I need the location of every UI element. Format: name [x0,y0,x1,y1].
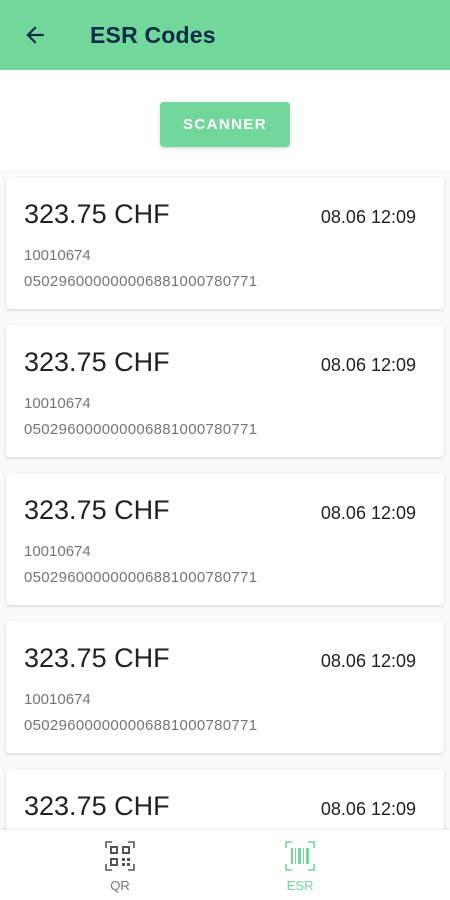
reference-number: 050296000000006881000780771 [24,569,258,586]
amount-label: 323.75 CHF [24,495,170,525]
amount-label: 323.75 CHF [24,791,170,821]
content-area: SCANNER 323.75 CHF 08.06 12:09 10010674 … [0,70,450,830]
datetime-label: 08.06 12:09 [320,799,416,819]
esr-card[interactable]: 323.75 CHF 08.06 12:09 10010674 05029600… [6,473,444,605]
reference-number: 050296000000006881000780771 [24,717,258,734]
arrow-left-icon [26,26,44,44]
scanner-container: SCANNER [0,70,450,170]
esr-card[interactable]: 323.75 CHF 08.06 12:09 10010674 05029600… [6,621,444,753]
account-number: 10010674 [24,691,91,708]
account-number: 10010674 [24,543,91,560]
esr-card[interactable]: 323.75 CHF 08.06 12:09 10010674 05029600… [6,325,444,457]
datetime-label: 08.06 12:09 [320,355,416,375]
amount-label: 323.75 CHF [24,347,170,377]
nav-label-qr: QR [110,878,130,893]
scanner-button[interactable]: SCANNER [160,102,290,147]
qr-code-icon [105,841,135,871]
reference-number: 050296000000006881000780771 [24,273,258,290]
page-title: ESR Codes [90,21,216,48]
nav-item-esr[interactable]: ESR [210,830,390,900]
bottom-navigation: QR ESR [0,830,450,900]
amount-label: 323.75 CHF [24,199,170,229]
reference-number: 050296000000006881000780771 [24,421,258,438]
nav-item-qr[interactable]: QR [0,830,240,900]
app-bar: ESR Codes [0,0,450,70]
nav-label-esr: ESR [286,878,314,893]
esr-card[interactable]: 323.75 CHF 08.06 12:09 10010674 05029600… [6,177,444,309]
datetime-label: 08.06 12:09 [320,503,416,523]
back-button[interactable] [0,0,70,70]
amount-label: 323.75 CHF [24,643,170,673]
esr-card[interactable]: 323.75 CHF 08.06 12:09 10010674 05029600… [6,769,444,830]
account-number: 10010674 [24,247,91,264]
datetime-label: 08.06 12:09 [320,651,416,671]
esr-list[interactable]: 323.75 CHF 08.06 12:09 10010674 05029600… [0,170,450,830]
datetime-label: 08.06 12:09 [320,207,416,227]
account-number: 10010674 [24,395,91,412]
barcode-icon [285,841,315,871]
